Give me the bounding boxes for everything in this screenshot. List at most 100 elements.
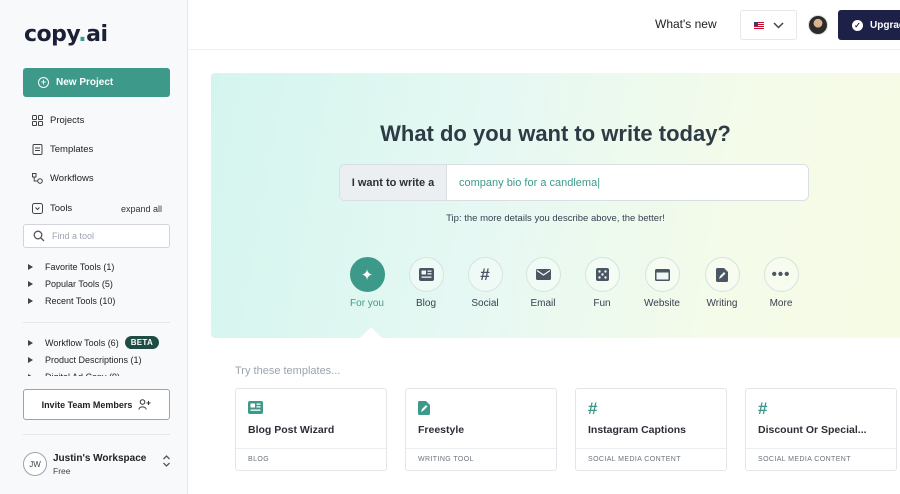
us-flag-icon [753, 21, 764, 29]
expand-all-link[interactable]: expand all [121, 204, 162, 214]
card-divider [576, 448, 726, 449]
dice-icon [584, 257, 620, 292]
category-label: Social [471, 298, 499, 309]
template-title: Discount Or Special... [758, 424, 867, 436]
tree-item-workflow-tools[interactable]: Workflow Tools (6) BETA [28, 336, 160, 349]
category-website[interactable]: Website [632, 257, 692, 309]
pen-document-icon [418, 401, 430, 418]
category-label: Writing [706, 298, 738, 309]
upgrade-label: Upgrad [870, 19, 900, 31]
templates-heading: Try these templates... [235, 365, 341, 377]
top-bar: What's new ✓ Upgrad [188, 0, 900, 50]
category-social[interactable]: # Social [455, 257, 515, 309]
category-fun[interactable]: Fun [572, 257, 632, 309]
sidebar-item-label: Workflows [50, 173, 94, 184]
sidebar-item-workflows[interactable]: Workflows [32, 173, 94, 184]
sidebar-item-tools[interactable]: Tools [32, 203, 72, 214]
tree-item-label: Popular Tools (5) [45, 279, 113, 289]
language-selector[interactable] [740, 10, 797, 40]
chevron-down-icon [772, 21, 784, 29]
active-category-pointer [360, 327, 382, 338]
caret-right-icon [28, 298, 33, 304]
card-divider [746, 448, 896, 449]
write-prompt-label: I want to write a [340, 165, 447, 200]
sparkle-icon: ✦ [349, 257, 385, 292]
scroll-clip [0, 376, 187, 384]
tree-item-recent-tools[interactable]: Recent Tools (10) [28, 296, 115, 306]
newspaper-icon [408, 257, 444, 292]
template-tag: BLOG [248, 456, 270, 463]
find-tool-search[interactable] [23, 224, 170, 248]
sidebar-item-label: Projects [50, 115, 85, 126]
hero-panel: What do you want to write today? I want … [211, 73, 900, 338]
invite-team-members-button[interactable]: Invite Team Members [23, 389, 170, 420]
newspaper-icon [248, 401, 263, 417]
upgrade-button[interactable]: ✓ Upgrad [838, 10, 900, 40]
category-label: For you [350, 298, 384, 309]
caret-right-icon [28, 264, 33, 270]
add-user-icon [138, 399, 151, 410]
template-card-discount-or-special[interactable]: # Discount Or Special... SOCIAL MEDIA CO… [745, 388, 897, 471]
card-divider [406, 448, 556, 449]
tip-text: Tip: the more details you describe above… [446, 213, 665, 224]
category-label: Blog [415, 298, 436, 309]
workspace-plan: Free [53, 465, 71, 476]
chevron-updown-icon [163, 455, 170, 467]
invite-label: Invite Team Members [41, 399, 133, 410]
template-tag: SOCIAL MEDIA CONTENT [588, 456, 681, 463]
template-card-instagram-captions[interactable]: # Instagram Captions SOCIAL MEDIA CONTEN… [575, 388, 727, 471]
sidebar-item-templates[interactable]: Templates [32, 144, 93, 155]
card-divider [236, 448, 386, 449]
category-label: Fun [593, 298, 611, 309]
new-project-label: New Project [56, 77, 114, 88]
new-project-button[interactable]: + New Project [23, 68, 170, 97]
template-title: Blog Post Wizard [248, 424, 335, 436]
tree-item-label: Workflow Tools (6) [45, 337, 119, 348]
category-label: More [769, 298, 793, 309]
beta-badge: BETA [124, 336, 160, 349]
tree-item-popular-tools[interactable]: Popular Tools (5) [28, 279, 113, 289]
user-avatar[interactable] [808, 15, 828, 35]
hashtag-icon: # [588, 399, 598, 418]
template-card-blog-post-wizard[interactable]: Blog Post Wizard BLOG [235, 388, 387, 471]
workflow-icon [32, 173, 43, 184]
tree-item-label: Product Descriptions (1) [45, 355, 142, 365]
document-icon [32, 144, 43, 155]
sidebar-item-label: Templates [50, 144, 94, 155]
category-email[interactable]: Email [513, 257, 573, 309]
template-title: Freestyle [418, 424, 465, 436]
tools-icon [32, 203, 43, 214]
caret-right-icon [28, 339, 33, 346]
ellipsis-icon: ••• [763, 257, 799, 292]
find-tool-input[interactable] [52, 231, 162, 241]
category-label: Website [644, 298, 680, 309]
envelope-icon [525, 257, 561, 292]
template-tag: SOCIAL MEDIA CONTENT [758, 456, 851, 463]
sidebar-divider [23, 322, 170, 323]
template-tag: WRITING TOOL [418, 456, 474, 463]
whats-new-link[interactable]: What's new [655, 17, 717, 31]
sidebar-item-projects[interactable]: Projects [32, 115, 84, 126]
caret-right-icon [28, 281, 33, 287]
sidebar: copy.ai + New Project Projects Templates… [0, 0, 188, 494]
pen-document-icon [704, 257, 740, 292]
tree-item-favorite-tools[interactable]: Favorite Tools (1) [28, 262, 114, 272]
category-label: Email [530, 298, 556, 309]
category-writing[interactable]: Writing [692, 257, 752, 309]
workspace-avatar: JW [23, 452, 47, 476]
workspace-switcher[interactable]: JW Justin's Workspace Free [23, 449, 173, 479]
write-prompt-bar[interactable]: I want to write a [339, 164, 809, 201]
tree-item-label: Recent Tools (10) [45, 296, 116, 306]
tree-item-product-descriptions[interactable]: Product Descriptions (1) [28, 355, 142, 365]
workspace-name: Justin's Workspace [53, 452, 147, 464]
check-circle-icon: ✓ [852, 19, 863, 31]
template-card-freestyle[interactable]: Freestyle WRITING TOOL [405, 388, 557, 471]
category-blog[interactable]: Blog [396, 257, 456, 309]
category-more[interactable]: ••• More [751, 257, 811, 309]
copyai-logo[interactable]: copy.ai [24, 22, 108, 47]
write-prompt-input[interactable] [447, 165, 808, 200]
tree-item-label: Favorite Tools (1) [45, 262, 115, 272]
category-for-you[interactable]: ✦ For you [337, 257, 397, 309]
hashtag-icon: # [758, 399, 768, 418]
hashtag-icon: # [467, 257, 503, 292]
